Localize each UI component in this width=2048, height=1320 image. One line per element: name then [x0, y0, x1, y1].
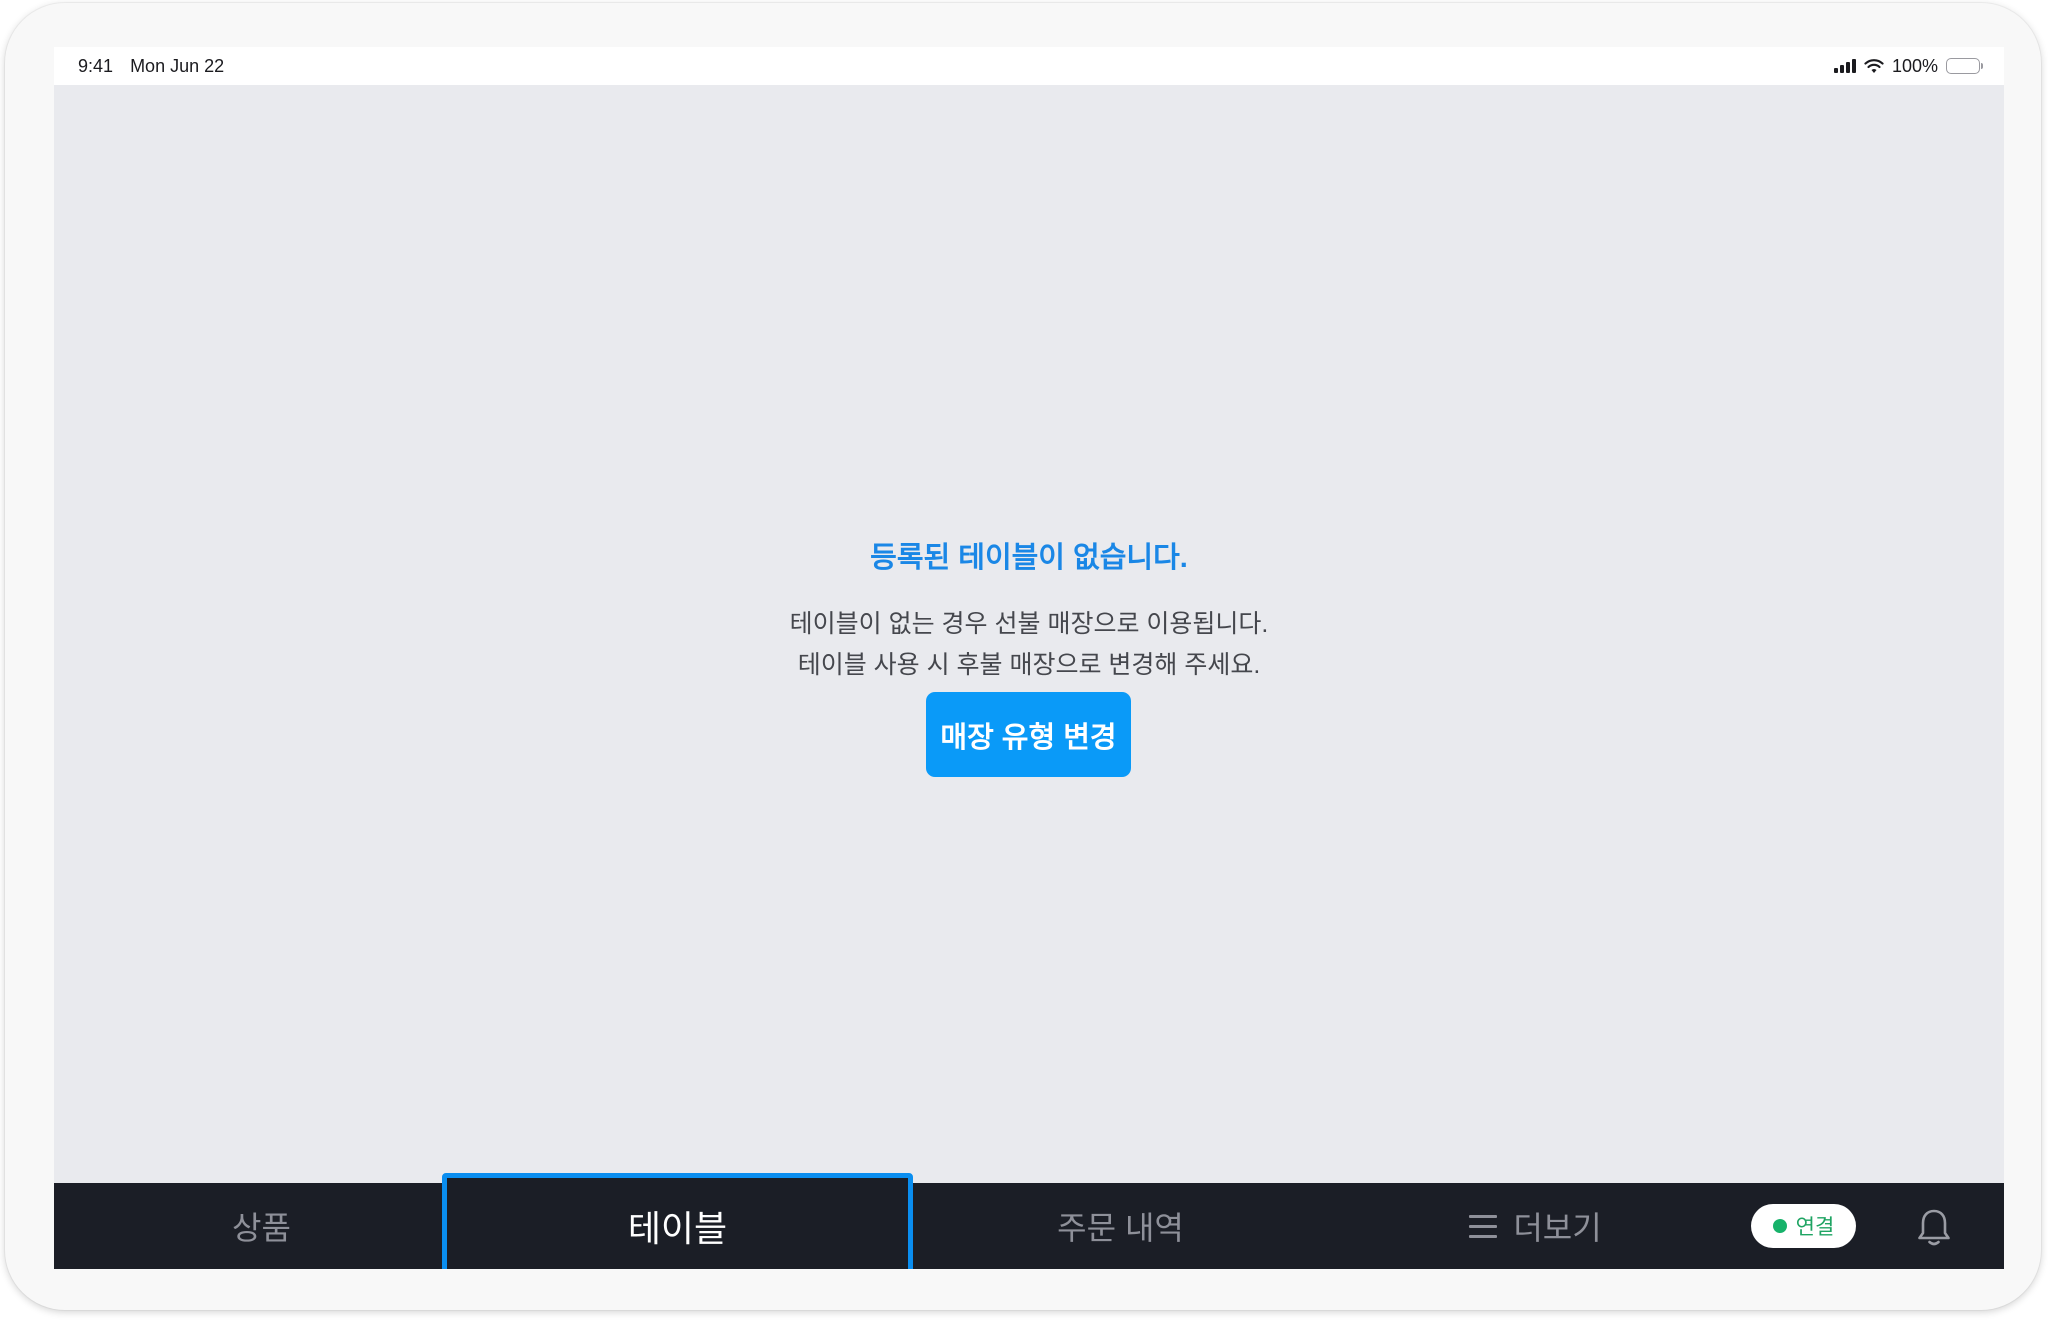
tab-order-history-label: 주문 내역 [1057, 1210, 1184, 1246]
connection-dot-icon [1772, 1219, 1787, 1233]
tab-products[interactable]: 상품 [54, 1183, 469, 1269]
battery-percentage: 100% [1891, 55, 1938, 76]
app-screen: 9:41 Mon Jun 22 100% 등록된 테이블이 없습니다. 테이블이… [54, 47, 2004, 1269]
status-right: 100% [1833, 55, 1983, 77]
tab-products-label: 상품 [232, 1210, 291, 1246]
status-date: Mon Jun 22 [130, 55, 225, 76]
bottom-nav: 상품 주문 내역 더보기 테이블 연결 [54, 1173, 2004, 1269]
battery-icon [1946, 58, 1983, 74]
status-left: 9:41 Mon Jun 22 [78, 56, 224, 77]
connection-status-badge[interactable]: 연결 [1751, 1204, 1856, 1248]
empty-state: 등록된 테이블이 없습니다. 테이블이 없는 경우 선불 매장으로 이용됩니다.… [54, 85, 2004, 1183]
empty-state-description-line1: 테이블이 없는 경우 선불 매장으로 이용됩니다. [789, 610, 1269, 638]
tab-more[interactable]: 더보기 [1328, 1183, 1743, 1269]
tab-more-label: 더보기 [1513, 1210, 1602, 1246]
status-time: 9:41 [78, 55, 114, 76]
cellular-signal-icon [1833, 59, 1856, 73]
menu-icon [1469, 1214, 1498, 1238]
change-store-type-button[interactable]: 매장 유형 변경 [926, 692, 1131, 777]
tablet-frame: 9:41 Mon Jun 22 100% 등록된 테이블이 없습니다. 테이블이… [5, 3, 2041, 1310]
tab-order-history[interactable]: 주문 내역 [913, 1183, 1328, 1269]
tab-tables-label: 테이블 [627, 1208, 728, 1249]
tab-tables[interactable]: 테이블 [442, 1173, 913, 1269]
empty-state-title: 등록된 테이블이 없습니다. [870, 542, 1188, 574]
connection-status-label: 연결 [1795, 1216, 1835, 1239]
status-bar: 9:41 Mon Jun 22 100% [54, 47, 2004, 85]
empty-state-description-line2: 테이블 사용 시 후불 매장으로 변경해 주세요. [797, 651, 1261, 679]
wifi-icon [1864, 58, 1884, 73]
bell-icon[interactable] [1916, 1207, 1952, 1247]
